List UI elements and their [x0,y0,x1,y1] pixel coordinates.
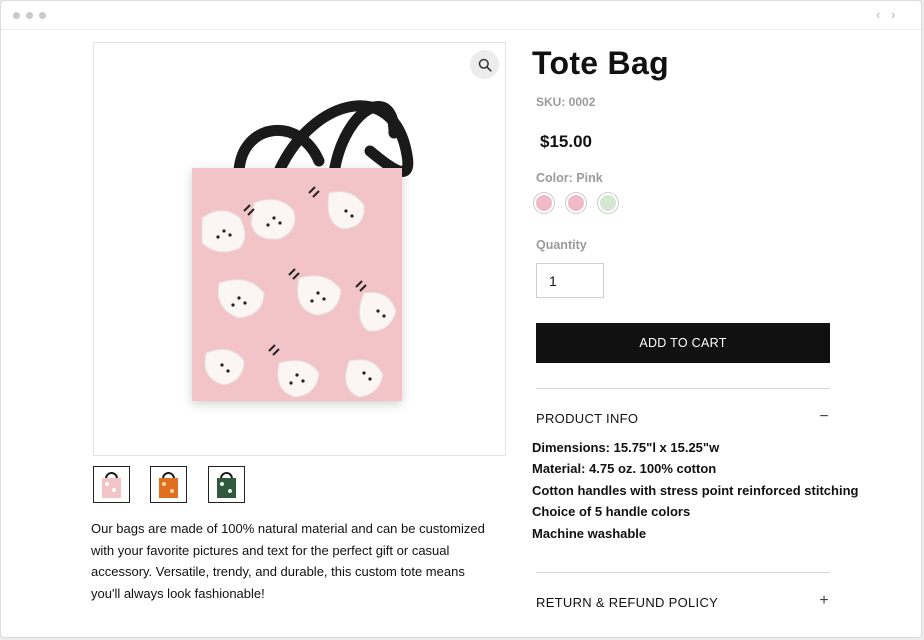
window-dot-icon[interactable] [13,12,20,19]
collapse-icon[interactable]: − [817,408,831,426]
quantity-label: Quantity [536,238,587,252]
product-price: $15.00 [540,132,592,151]
list-item: Choice of 5 handle colors [532,504,691,520]
thumbnail-orange[interactable] [150,466,187,503]
thumbnail-green[interactable] [208,466,245,503]
divider [536,388,830,389]
color-swatch-pink[interactable] [534,193,554,213]
chevron-right-icon[interactable]: › [891,7,895,22]
thumbnail-pink[interactable] [93,466,130,503]
color-label: Color: Pink [536,171,603,185]
divider [536,572,830,573]
list-item: Machine washable [532,525,647,541]
product-info-title[interactable]: PRODUCT INFO [536,411,638,426]
magnifier-icon [478,58,492,72]
add-to-cart-button[interactable]: ADD TO CART [536,323,830,363]
tote-thumbnail-image [217,472,236,498]
tote-thumbnail-image [159,472,178,498]
list-item: Cotton handles with stress point reinfor… [532,482,859,498]
product-info-list: Dimensions: 15.75"l x 15.25"w Material: … [532,437,858,544]
color-swatch-green[interactable] [598,193,618,213]
tote-thumbnail-image [102,472,121,498]
zoom-button[interactable] [470,50,499,79]
product-main-image[interactable] [93,42,506,456]
tote-bag-image [192,100,414,401]
window-dot-icon[interactable] [26,12,33,19]
list-item: Material: 4.75 oz. 100% cotton [532,461,717,477]
quantity-input[interactable] [536,263,604,298]
window-chrome: ‹ › [1,1,921,30]
chevron-left-icon[interactable]: ‹ [876,7,880,22]
list-item: Dimensions: 15.75"l x 15.25"w [532,440,720,455]
expand-icon[interactable]: + [817,592,831,610]
product-title: Tote Bag [532,45,669,81]
return-policy-title[interactable]: RETURN & REFUND POLICY [536,595,718,610]
color-swatch-pink[interactable] [566,193,586,213]
browser-window: ‹ › Our bags are made of 100% natural ma… [0,0,922,638]
window-dot-icon[interactable] [39,12,46,19]
product-description: Our bags are made of 100% natural materi… [91,521,485,602]
product-sku: SKU: 0002 [536,95,596,109]
